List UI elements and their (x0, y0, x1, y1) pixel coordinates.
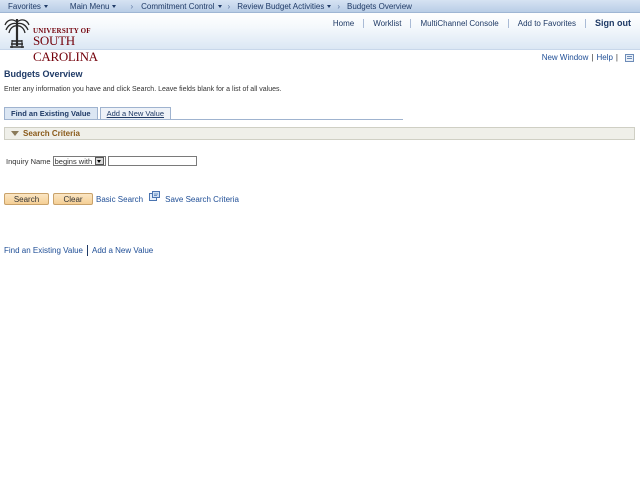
header: UNIVERSITY OF SOUTH CAROLINA Home Workli… (0, 13, 640, 64)
page-title: Budgets Overview (4, 69, 83, 79)
inquiry-name-label: Inquiry Name (6, 156, 51, 166)
operator-value: begins with (54, 156, 93, 166)
top-nav-bar: Favorites Main Menu › Commitment Control… (0, 0, 640, 13)
worklist-link[interactable]: Worklist (364, 18, 412, 28)
nav-main-menu-label: Main Menu (69, 1, 110, 11)
page-instructions: Enter any information you have and click… (4, 86, 282, 93)
palmetto-tree-icon (4, 19, 30, 48)
utility-links: New Window | Help | (542, 53, 634, 62)
multichannel-console-link[interactable]: MultiChannel Console (411, 18, 509, 28)
nav-commitment-control[interactable]: Commitment Control (141, 1, 222, 11)
find-existing-value-link[interactable]: Find an Existing Value (4, 246, 83, 255)
new-window-link[interactable]: New Window (542, 53, 589, 62)
help-link[interactable]: Help (596, 53, 612, 62)
nav-favorites-label: Favorites (8, 1, 41, 11)
separator: | (615, 53, 618, 62)
logo-text-big: SOUTH CAROLINA (33, 33, 98, 64)
separator: | (591, 53, 594, 62)
nav-commitment-control-label: Commitment Control (141, 1, 215, 11)
save-search-icon[interactable] (149, 191, 161, 201)
breadcrumb-separator-icon: › (227, 1, 231, 11)
nav-main-menu[interactable]: Main Menu (70, 2, 117, 11)
nav-review-budget-activities-label: Review Budget Activities (237, 1, 325, 11)
nav-budgets-overview-label: Budgets Overview (347, 1, 412, 11)
bottom-links: Find an Existing Value Add a New Value (4, 245, 153, 256)
chevron-down-icon (217, 4, 222, 8)
nav-favorites[interactable]: Favorites (8, 2, 48, 11)
header-links: Home Worklist MultiChannel Console Add t… (324, 17, 640, 29)
nav-review-budget-activities[interactable]: Review Budget Activities (237, 1, 332, 11)
search-actions: Search Clear Basic Search Save Search Cr… (4, 191, 239, 205)
inquiry-name-input[interactable] (107, 156, 197, 166)
nav-budgets-overview[interactable]: Budgets Overview (347, 2, 412, 11)
collapse-triangle-icon (11, 131, 19, 136)
chevron-down-icon (327, 4, 332, 8)
operator-select[interactable]: begins with (52, 156, 106, 166)
customize-page-icon[interactable] (625, 53, 634, 62)
chevron-down-icon (112, 4, 117, 8)
search-criteria-label: Search Criteria (23, 129, 80, 138)
separator (87, 245, 89, 256)
clear-button[interactable]: Clear (53, 193, 93, 205)
tab-divider (4, 119, 403, 120)
basic-search-link[interactable]: Basic Search (96, 195, 143, 204)
breadcrumb-separator-icon: › (337, 1, 341, 11)
search-button[interactable]: Search (4, 193, 49, 205)
university-logo[interactable]: UNIVERSITY OF SOUTH CAROLINA (4, 16, 134, 64)
search-criteria-toggle[interactable]: Search Criteria (4, 127, 635, 140)
inquiry-name-row: Inquiry Name begins with (6, 156, 197, 166)
add-new-value-link[interactable]: Add a New Value (92, 246, 153, 255)
add-to-favorites-link[interactable]: Add to Favorites (509, 18, 586, 28)
chevron-down-icon[interactable] (94, 157, 104, 165)
save-search-criteria-link[interactable]: Save Search Criteria (165, 195, 239, 204)
chevron-down-icon (43, 4, 48, 8)
breadcrumb-separator-icon: › (130, 1, 134, 11)
home-link[interactable]: Home (324, 18, 365, 28)
sign-out-link[interactable]: Sign out (586, 18, 640, 28)
